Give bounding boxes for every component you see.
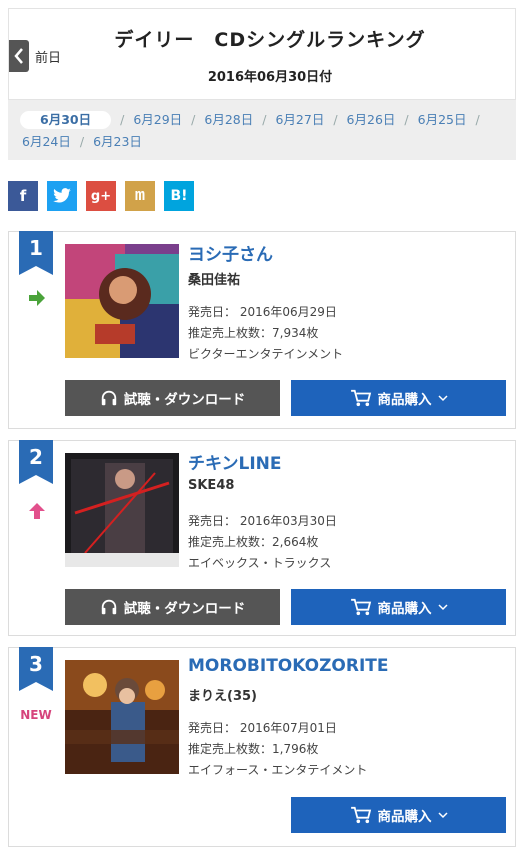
release-date-label: 発売日： <box>188 305 237 319</box>
record-label: エイベックス・トラックス <box>188 556 332 570</box>
sales-label: 推定売上枚数： <box>188 326 273 340</box>
twitter-bird-icon <box>53 188 71 203</box>
listen-download-button[interactable]: 試聴・ダウンロード <box>65 380 280 416</box>
record-label: ビクターエンタテインメント <box>188 347 344 361</box>
shopping-cart-icon <box>350 598 371 616</box>
google-plus-share-button[interactable]: g+ <box>86 181 116 211</box>
sales-count: 2,664枚 <box>272 535 319 549</box>
shopping-cart-icon <box>350 806 371 824</box>
album-cover-image[interactable] <box>65 244 179 358</box>
date-selector: 6月30日/6月29日/6月28日/6月27日/6月26日/6月25日/6月24… <box>8 100 516 160</box>
arrow-up-icon <box>29 503 45 519</box>
twitter-share-button[interactable] <box>47 181 77 211</box>
release-date: 2016年03月30日 <box>239 514 337 528</box>
rank-number: 1 <box>29 236 43 260</box>
sales-count: 7,934枚 <box>272 326 319 340</box>
listen-download-label: 試聴・ダウンロード <box>123 392 246 408</box>
ranking-header: 前日 デイリー CDシングルランキング 2016年06月30日付 <box>8 8 516 100</box>
artist-name: SKE48 <box>188 478 235 493</box>
song-title-link[interactable]: チキンLINE <box>188 449 282 474</box>
new-entry-badge: NEW <box>20 708 52 722</box>
mixi-share-button[interactable]: m <box>125 181 155 211</box>
purchase-button[interactable]: 商品購入 <box>291 589 506 625</box>
date-link[interactable]: 6月25日 <box>418 109 467 131</box>
ranking-item: 3 NEW MOROBITOKOZORITE まりえ(35) 発売日： 2016… <box>8 647 516 847</box>
purchase-label: 商品購入 <box>377 601 432 617</box>
release-date-label: 発売日： <box>188 514 237 528</box>
purchase-button[interactable]: 商品購入 <box>291 380 506 416</box>
facebook-share-button[interactable]: f <box>8 181 38 211</box>
rank-number: 3 <box>29 652 43 676</box>
date-link[interactable]: 6月24日 <box>22 131 71 153</box>
song-title-link[interactable]: ヨシ子さん <box>188 240 273 265</box>
hatena-icon: B! <box>170 188 188 204</box>
album-cover-image[interactable] <box>65 453 179 567</box>
release-date: 2016年06月29日 <box>239 305 337 319</box>
date-link[interactable]: 6月27日 <box>275 109 324 131</box>
artist-name: まりえ(35) <box>188 689 257 704</box>
page-title: デイリー CDシングルランキング <box>114 29 426 51</box>
sales-label: 推定売上枚数： <box>188 742 273 756</box>
record-label: エイフォース・エンタテイメント <box>188 763 368 777</box>
purchase-button[interactable]: 商品購入 <box>291 797 506 833</box>
chevron-down-icon <box>437 395 448 402</box>
rank-number: 2 <box>29 445 43 469</box>
song-title-link[interactable]: MOROBITOKOZORITE <box>188 656 389 676</box>
date-link-active[interactable]: 6月30日 <box>20 111 112 129</box>
google-plus-icon: g+ <box>90 188 112 204</box>
arrow-right-icon <box>29 290 45 306</box>
headphones-icon <box>101 390 116 406</box>
headphones-icon <box>101 599 116 615</box>
shopping-cart-icon <box>350 389 371 407</box>
date-link[interactable]: 6月23日 <box>93 131 142 153</box>
facebook-icon: f <box>19 187 27 205</box>
artist-name: 桑田佳祐 <box>188 273 241 288</box>
purchase-label: 商品購入 <box>377 809 432 825</box>
social-share-bar: f g+ m B! <box>8 181 194 211</box>
listen-download-button[interactable]: 試聴・ダウンロード <box>65 589 280 625</box>
sales-count: 1,796枚 <box>272 742 319 756</box>
purchase-label: 商品購入 <box>377 392 432 408</box>
album-cover-image[interactable] <box>65 660 179 774</box>
hatena-bookmark-button[interactable]: B! <box>164 181 194 211</box>
page-date: 2016年06月30日付 <box>207 70 333 85</box>
date-link[interactable]: 6月28日 <box>204 109 253 131</box>
date-link[interactable]: 6月26日 <box>347 109 396 131</box>
chevron-down-icon <box>437 812 448 819</box>
date-link[interactable]: 6月29日 <box>133 109 182 131</box>
sales-label: 推定売上枚数： <box>188 535 273 549</box>
chevron-down-icon <box>437 604 448 611</box>
mixi-icon: m <box>134 186 146 206</box>
listen-download-label: 試聴・ダウンロード <box>123 601 246 617</box>
release-date-label: 発売日： <box>188 721 237 735</box>
ranking-item: 1 ヨシ子さん 桑田佳祐 発売日： 2016年06月29日 推定売上枚数：7,9… <box>8 231 516 429</box>
release-date: 2016年07月01日 <box>239 721 337 735</box>
ranking-item: 2 チキンLINE SKE48 発売日： 2016年03月30日 推定売上枚数：… <box>8 440 516 636</box>
